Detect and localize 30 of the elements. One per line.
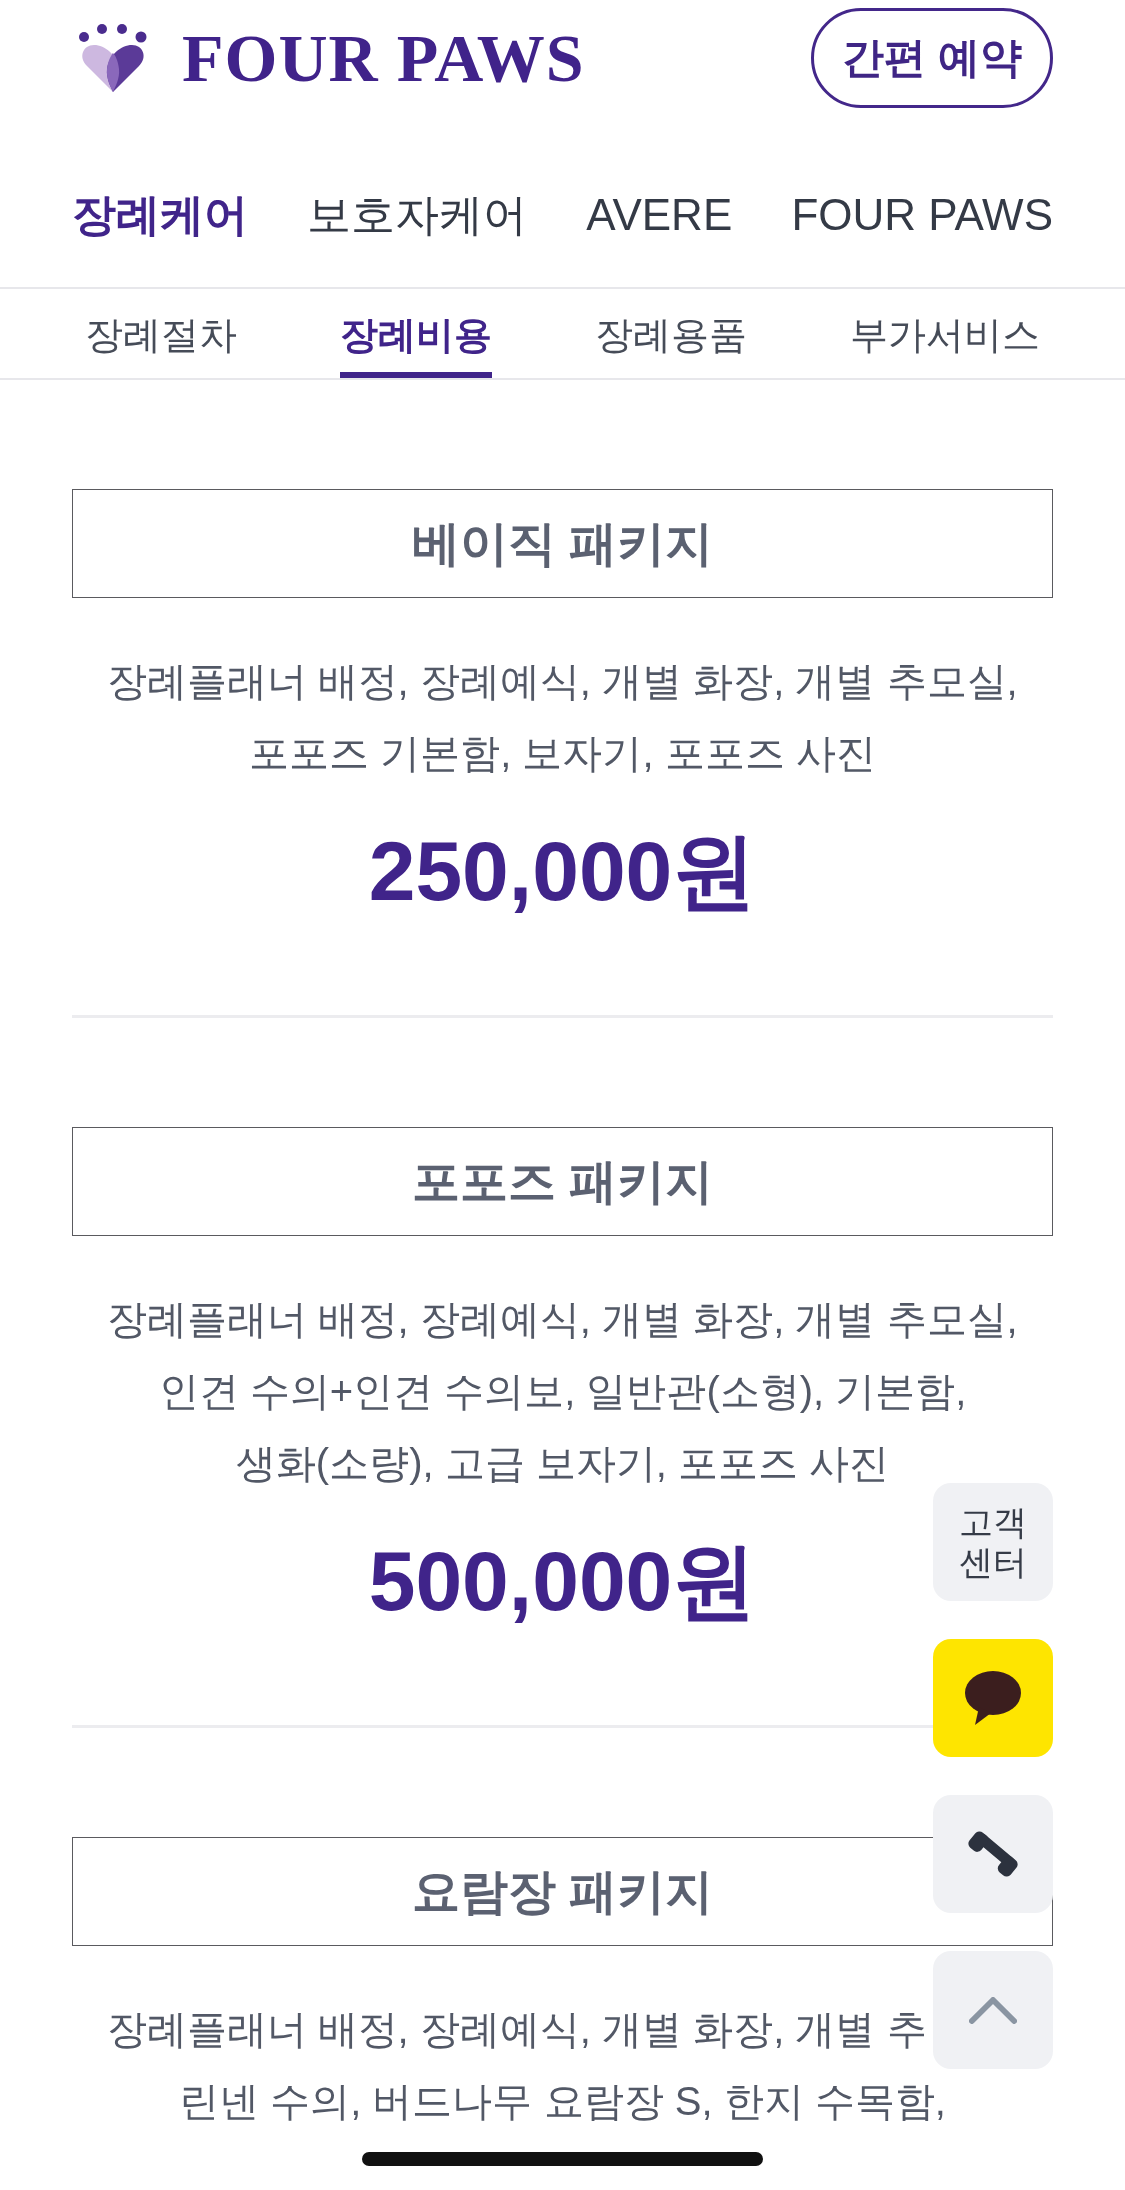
description-line: 장례플래너 배정, 장례예식, 개별 화장, 개별 추: [106, 2006, 927, 2053]
package-price: 250,000원: [368, 823, 757, 920]
chevron-up-icon: [969, 1996, 1017, 2024]
description-line: 생화(소량), 고급 보자기, 포포즈 사진: [235, 1440, 890, 1487]
sub-tab[interactable]: 장례절차: [85, 289, 237, 378]
package-heading: 베이직 패키지: [72, 489, 1053, 598]
phone-button[interactable]: [933, 1795, 1053, 1913]
package-heading: 요람장 패키지: [72, 1837, 1053, 1946]
sub-tab[interactable]: 부가서비스: [850, 289, 1040, 378]
logo-text[interactable]: FOUR PAWS: [182, 24, 585, 92]
chat-button[interactable]: [933, 1639, 1053, 1757]
paw-heart-icon: [78, 24, 148, 92]
package-heading: 포포즈 패키지: [72, 1127, 1053, 1236]
sub-tab[interactable]: 장례용품: [595, 289, 747, 378]
description-line: 포포즈 기본함, 보자기, 포포즈 사진: [249, 730, 876, 777]
description-line: 장례플래너 배정, 장례예식, 개별 화장, 개별 추모실,: [106, 1296, 1018, 1343]
booking-button[interactable]: 간편 예약: [811, 8, 1053, 108]
phone-icon: [966, 1829, 1020, 1879]
description-line: 린넨 수의, 버드나무 요람장 S, 한지 수목함,: [179, 2078, 946, 2125]
main-tab[interactable]: AVERE: [586, 188, 733, 242]
description-line: 장례플래너 배정, 장례예식, 개별 화장, 개별 추모실,: [106, 658, 1018, 705]
sub-tab[interactable]: 장례비용: [340, 289, 492, 378]
customer-center-button[interactable]: 고객 센터: [933, 1483, 1053, 1601]
main-tab[interactable]: 보호자케어: [307, 188, 528, 242]
main-tab[interactable]: FOUR PAWS: [791, 188, 1053, 242]
package-price: 500,000원: [368, 1533, 757, 1630]
main-tab[interactable]: 장례케어: [72, 188, 248, 242]
scroll-top-button[interactable]: [933, 1951, 1053, 2069]
description-line: 인견 수의+인견 수의보, 일반관(소형), 기본함,: [158, 1368, 967, 1415]
speech-bubble-icon: [965, 1671, 1021, 1725]
